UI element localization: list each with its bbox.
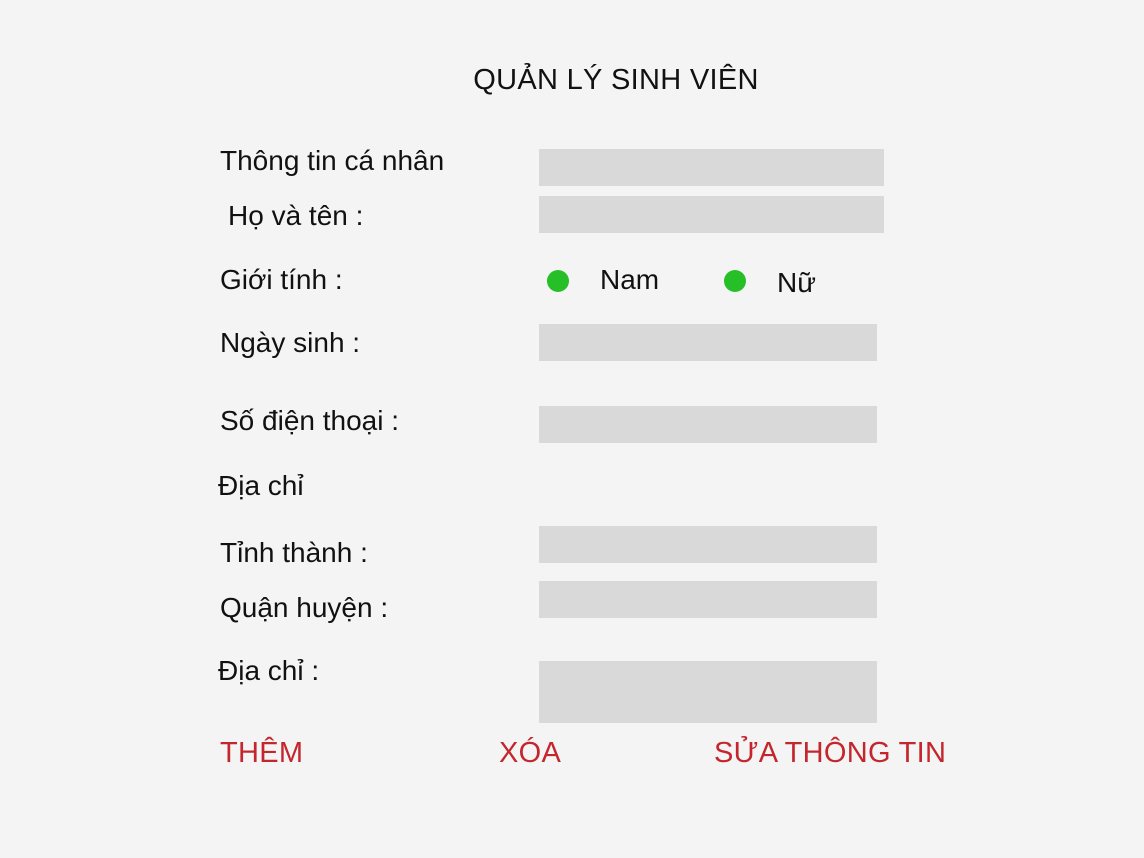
page-title: QUẢN LÝ SINH VIÊN [473,64,759,96]
district-label: Quận huyện : [220,592,389,623]
birthdate-input[interactable] [539,324,877,361]
gender-female-label: Nữ [777,267,816,298]
gender-radio-male[interactable] [547,270,569,292]
personal-info-label: Thông tin cá nhân [220,145,445,176]
address-textarea[interactable] [539,661,877,723]
birthdate-label: Ngày sinh : [220,327,361,358]
name-label: Họ và tên : [228,200,364,231]
gender-male-label: Nam [600,264,660,295]
province-input[interactable] [539,526,877,563]
address-label: Địa chỉ : [218,655,320,686]
personal-info-input[interactable] [539,149,884,186]
name-input[interactable] [539,196,884,233]
add-button[interactable]: THÊM [220,736,303,770]
address-section-label: Địa chỉ [218,470,304,501]
delete-button[interactable]: XÓA [499,736,561,770]
edit-info-button[interactable]: SỬA THÔNG TIN [714,736,946,770]
gender-radio-female[interactable] [724,270,746,292]
phone-label: Số điện thoại : [220,405,400,436]
province-label: Tỉnh thành : [220,537,368,568]
phone-input[interactable] [539,406,877,443]
gender-label: Giới tính : [220,264,343,295]
district-input[interactable] [539,581,877,618]
